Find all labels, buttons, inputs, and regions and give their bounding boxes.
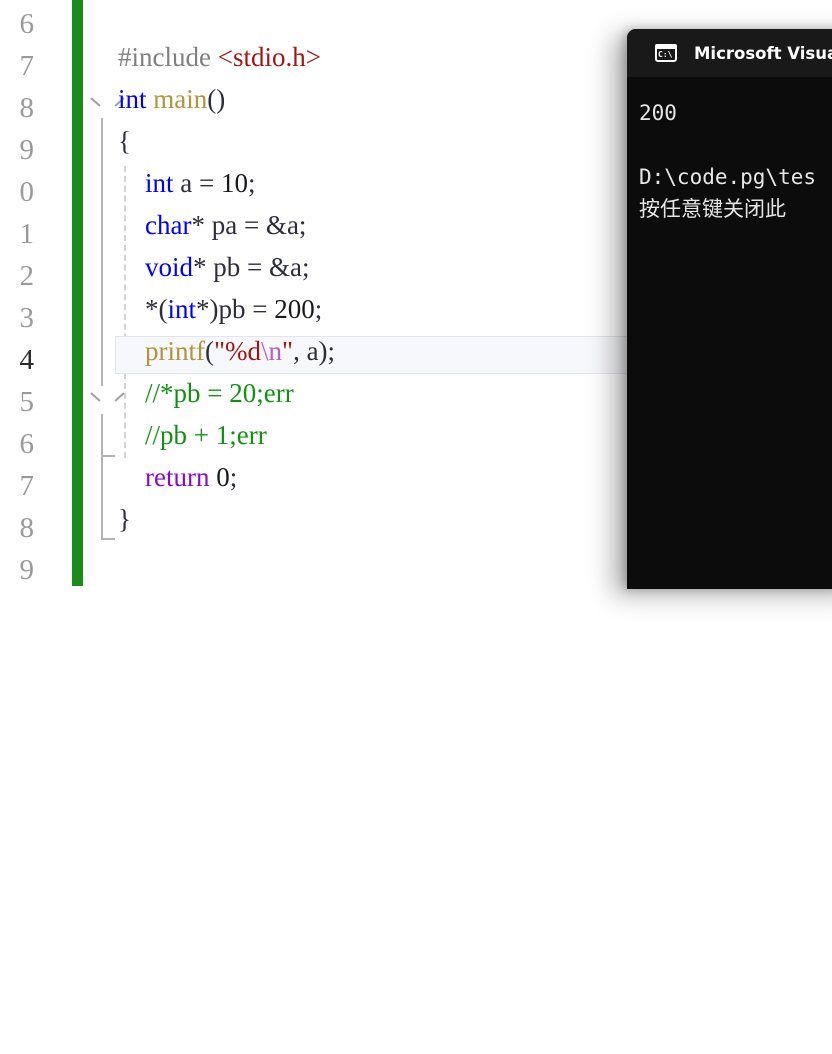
console-cmd-icon-glyph: C:\ xyxy=(658,50,673,59)
token-keyword-void: void xyxy=(145,252,194,282)
code-line-open-brace[interactable]: { xyxy=(118,128,131,155)
token-var-a: a xyxy=(290,252,302,282)
token-var-a: a xyxy=(306,336,319,366)
code-line-close-brace[interactable]: } xyxy=(118,506,131,533)
console-window-title: Microsoft Visual xyxy=(694,43,832,63)
code-line-decl-pb[interactable]: void* pb = &a; xyxy=(118,254,310,281)
console-cmd-icon: C:\ xyxy=(655,44,677,62)
code-line-main-signature[interactable]: int main() xyxy=(118,86,225,113)
token-string-format: "%d xyxy=(214,336,262,366)
console-output: 200 D:\code.pg\tes 按任意键关闭此 xyxy=(627,77,832,225)
console-window[interactable]: C:\ Microsoft Visual 200 D:\code.pg\tes … xyxy=(627,29,832,589)
token-star: * xyxy=(193,252,214,282)
token-keyword-int: int xyxy=(118,84,147,114)
console-line-output: 200 xyxy=(639,101,677,125)
token-num-10: 10 xyxy=(220,168,248,198)
token-assign: = xyxy=(245,294,275,324)
token-var-pb: pb xyxy=(218,294,246,324)
token-star: * xyxy=(191,210,212,240)
token-semicolon: ; xyxy=(298,210,307,240)
token-keyword-int: int xyxy=(167,294,197,324)
token-comment: //pb + 1;err xyxy=(145,420,267,450)
token-assign: = xyxy=(192,168,221,198)
code-line-decl-pa[interactable]: char* pa = &a; xyxy=(118,212,306,239)
token-var-a: a xyxy=(180,168,193,198)
token-comma: , xyxy=(293,336,307,366)
token-num-0: 0 xyxy=(216,462,230,492)
console-titlebar[interactable]: C:\ Microsoft Visual xyxy=(627,29,832,77)
code-line-return[interactable]: return 0; xyxy=(118,464,237,491)
token-deref-cast-open: *( xyxy=(145,294,168,324)
token-cast-close: *) xyxy=(196,294,219,324)
code-line-decl-a[interactable]: int a = 10; xyxy=(118,170,256,197)
token-paren-open: ( xyxy=(205,336,214,366)
token-brace-close: } xyxy=(118,504,131,534)
code-line-deref-assign[interactable]: *(int*)pb = 200; xyxy=(118,296,322,323)
token-function-printf: printf xyxy=(145,336,205,366)
token-var-pa: pa xyxy=(211,210,238,240)
code-line-comment-2[interactable]: //pb + 1;err xyxy=(118,422,267,449)
console-line-path: D:\code.pg\tes xyxy=(639,165,817,189)
token-var-pb: pb xyxy=(213,252,241,282)
token-semicolon: ; xyxy=(314,294,323,324)
token-escape-newline: \n xyxy=(261,336,283,366)
token-assign-addr: = & xyxy=(240,252,290,282)
token-keyword-return: return xyxy=(145,462,210,492)
token-semicolon: ; xyxy=(301,252,310,282)
token-paren-close-semicolon: ); xyxy=(318,336,336,366)
token-string-close: " xyxy=(282,336,294,366)
token-semicolon: ; xyxy=(247,168,256,198)
token-comment: //*pb = 20;err xyxy=(145,378,294,408)
token-num-200: 200 xyxy=(274,294,315,324)
token-var-a: a xyxy=(286,210,299,240)
token-semicolon: ; xyxy=(229,462,238,492)
code-line-comment-1[interactable]: //*pb = 20;err xyxy=(118,380,294,407)
code-line-include[interactable]: #include <stdio.h> xyxy=(118,44,321,71)
token-assign-addr: = & xyxy=(237,210,287,240)
console-line-prompt: 按任意键关闭此 xyxy=(639,197,786,221)
token-preprocessor: #include xyxy=(118,42,211,72)
code-line-printf[interactable]: printf("%d\n", a); xyxy=(118,338,335,365)
token-keyword-char: char xyxy=(145,210,192,240)
token-brace-open: { xyxy=(118,126,131,156)
token-function-main: main xyxy=(153,84,208,114)
token-parens: () xyxy=(207,84,226,114)
token-keyword-int: int xyxy=(145,168,174,198)
token-header: <stdio.h> xyxy=(217,42,321,72)
